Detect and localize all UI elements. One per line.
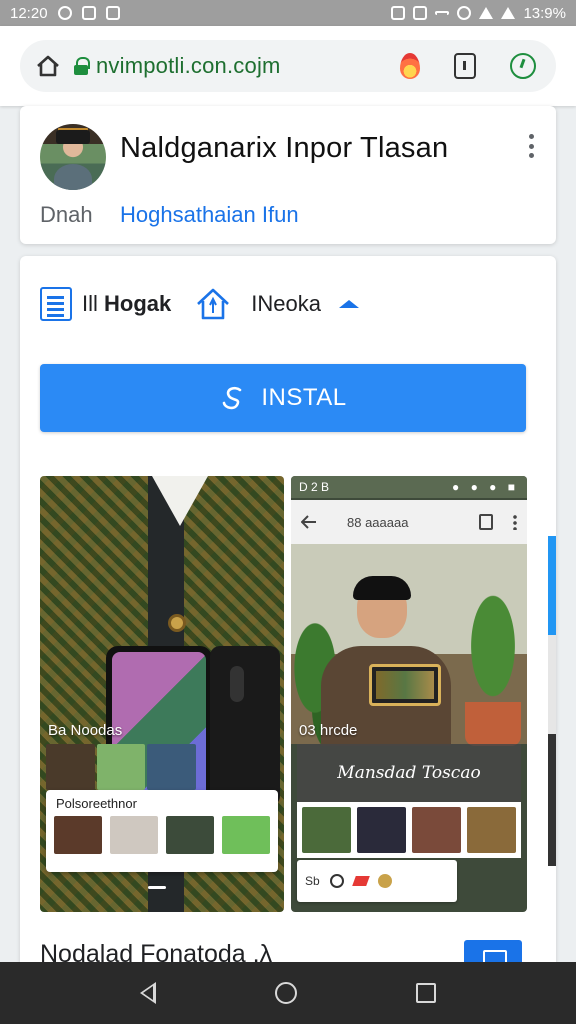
screenshot-1-thumb-strip xyxy=(46,744,197,790)
status-bar-right: 13:9% xyxy=(391,5,566,22)
popup-thumb xyxy=(110,816,158,854)
more-vert-icon[interactable] xyxy=(524,134,538,158)
stats-row: Ill Hogak INeoka xyxy=(40,284,536,324)
red-tag-icon xyxy=(351,876,370,886)
tabs-icon xyxy=(479,514,493,530)
notification-icon xyxy=(391,6,406,20)
back-arrow-icon xyxy=(301,515,316,529)
screenshot-2-banner: Mansdad Toscao xyxy=(297,744,521,802)
thumb xyxy=(96,744,146,790)
thumb xyxy=(46,744,95,790)
screenshot-1[interactable]: Ba Noodas Polsoreethnor xyxy=(40,476,284,912)
pager-indicator xyxy=(148,886,166,889)
minus-icon xyxy=(435,11,450,15)
app-header-card: Naldganarix Inpor Tlasan Dnah Hoghsathai… xyxy=(20,106,556,244)
screenshot-2-title: 88 aaaaaa xyxy=(347,514,409,530)
shield-icon xyxy=(457,6,472,20)
house-icon xyxy=(197,288,230,320)
thumb xyxy=(302,807,351,853)
system-nav-bar xyxy=(0,962,576,1024)
home-circle-icon[interactable] xyxy=(274,982,297,1004)
screenshot-2-toolbar: 88 aaaaaa xyxy=(291,500,527,544)
status-bar-left: 12:20 xyxy=(10,5,120,22)
shirt-button xyxy=(168,614,186,632)
screenshot-2-status-right: ● ● ● ■ xyxy=(452,480,519,494)
screenshot-2-status-left: D 2 B xyxy=(299,480,330,494)
signal-icon xyxy=(501,7,516,19)
flower-pot xyxy=(465,702,521,746)
install-label: INSTAL xyxy=(261,384,347,411)
thumb xyxy=(412,807,461,853)
thumb xyxy=(147,744,197,790)
status-bar: 12:20 13:9% xyxy=(0,0,576,26)
screenshot-2-thumbs xyxy=(297,802,521,858)
app-author[interactable]: Dnah xyxy=(40,202,93,228)
popup-title: Polsoreethnor xyxy=(56,796,137,811)
person-cap xyxy=(353,576,411,600)
screenshot-2-statusbar: D 2 B ● ● ● ■ xyxy=(291,476,527,498)
thumb xyxy=(357,807,406,853)
install-button[interactable]: INSTAL xyxy=(40,364,526,432)
screenshot-3-edge[interactable] xyxy=(548,536,556,866)
thumb xyxy=(467,807,516,853)
caret-up-icon[interactable] xyxy=(338,300,359,308)
home-icon[interactable] xyxy=(34,52,62,80)
screenshot-2-caption: 03 hrcde xyxy=(299,722,358,739)
install-icon xyxy=(223,386,242,410)
lock-icon xyxy=(74,57,90,75)
reviews-prefix: Ill xyxy=(82,291,98,316)
reviews-stat: Ill Hogak xyxy=(82,291,171,317)
screenshot-2-share-bar: Sb xyxy=(297,860,457,902)
recent-apps-icon[interactable] xyxy=(416,983,437,1003)
popup-thumb xyxy=(166,816,214,854)
tabs-icon[interactable] xyxy=(454,53,476,79)
wifi-icon xyxy=(479,7,494,19)
app-details-card: Ill Hogak INeoka INSTAL Ba Noodas Polsor… xyxy=(20,256,556,976)
gallery-icon xyxy=(105,6,120,20)
circle-icon xyxy=(329,874,344,888)
screenshot-1-caption: Ba Noodas xyxy=(48,722,123,739)
address-bar-actions xyxy=(400,53,542,79)
reviews-label: Hogak xyxy=(104,291,172,316)
message-icon xyxy=(81,6,96,20)
gold-circle-icon xyxy=(377,874,392,888)
back-icon[interactable] xyxy=(139,982,156,1004)
avatar[interactable] xyxy=(40,124,106,190)
flame-icon[interactable] xyxy=(400,53,420,79)
url-text[interactable]: nvimpotli.con.cojm xyxy=(96,53,281,79)
address-bar[interactable]: nvimpotli.con.cojm xyxy=(20,40,556,92)
screenshot-2[interactable]: D 2 B ● ● ● ■ 88 aaaaaa 03 hrcde Mansdad… xyxy=(291,476,527,912)
battery-percentage: 13:9% xyxy=(523,4,566,22)
popup-thumb xyxy=(54,816,102,854)
sync-icon xyxy=(57,6,72,20)
clock-icon[interactable] xyxy=(510,53,536,79)
held-phone xyxy=(369,664,441,706)
popup-thumb xyxy=(222,816,270,854)
more-vert-icon xyxy=(513,514,517,530)
popup-thumbs xyxy=(54,816,270,854)
document-icon xyxy=(40,287,72,321)
app-category-link[interactable]: Hoghsathaian Ifun xyxy=(120,202,299,228)
phone-back xyxy=(210,646,280,806)
screenshot-1-popup: Polsoreethnor xyxy=(46,790,278,872)
share-label: Sb xyxy=(305,874,320,888)
status-time: 12:20 xyxy=(10,4,48,22)
rating-stat: INeoka xyxy=(251,291,321,316)
browser-toolbar: nvimpotli.con.cojm xyxy=(0,26,576,106)
calendar-icon xyxy=(413,6,428,20)
app-title: Naldganarix Inpor Tlasan xyxy=(120,132,449,164)
